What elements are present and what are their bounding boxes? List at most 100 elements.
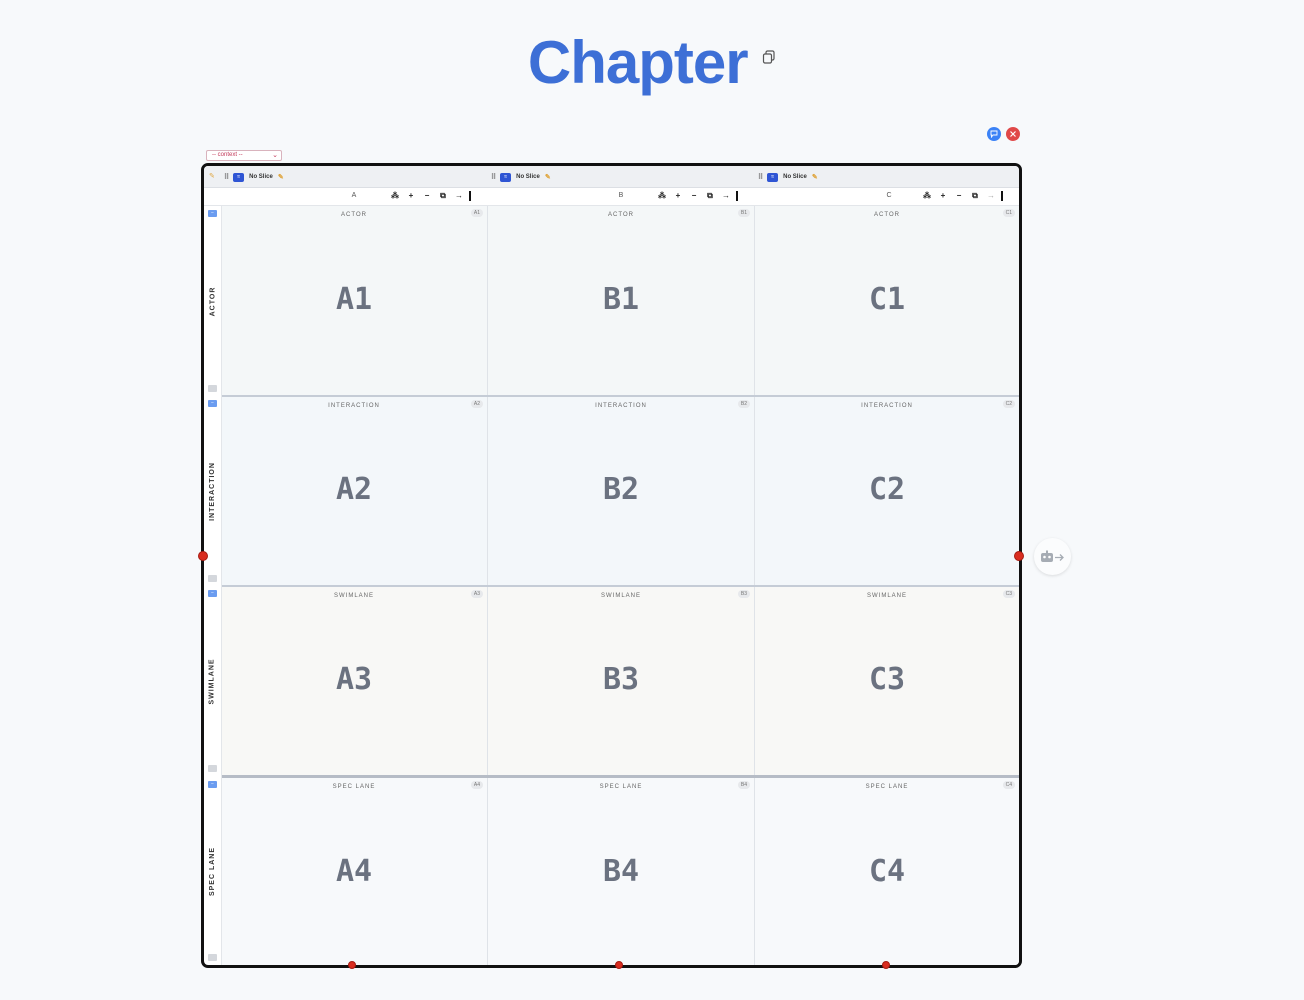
cell-label: SPEC LANE bbox=[865, 784, 909, 790]
cell-title: A3 bbox=[335, 662, 373, 697]
row-menu-button[interactable] bbox=[208, 765, 217, 772]
cell-a3[interactable]: SWIMLANE A3 A3 bbox=[221, 587, 488, 776]
cell-label: ACTOR bbox=[341, 212, 367, 218]
row-label-spec-lane: SPEC LANE bbox=[209, 846, 216, 896]
cell-b3[interactable]: SWIMLANE B3 B3 bbox=[488, 587, 755, 776]
cell-id-badge: C4 bbox=[1002, 781, 1015, 789]
magic-wand-icon[interactable]: ⁂ bbox=[921, 190, 933, 202]
resize-handle-bottom-b[interactable] bbox=[615, 961, 623, 969]
remove-column-button[interactable]: − bbox=[953, 190, 965, 202]
edit-icon[interactable]: ✎ bbox=[545, 173, 551, 181]
resize-handle-bottom-c[interactable] bbox=[882, 961, 890, 969]
move-right-button[interactable]: → bbox=[453, 190, 465, 202]
column-tools: ⁂ + − ⧉ → bbox=[389, 190, 471, 202]
context-select[interactable]: -- context -- ⌄ bbox=[206, 150, 282, 161]
remove-column-button[interactable]: − bbox=[688, 190, 700, 202]
cell-a1[interactable]: ACTOR A1 A1 bbox=[221, 206, 488, 396]
cell-label: SWIMLANE bbox=[600, 593, 641, 599]
chevron-down-icon: ⌄ bbox=[272, 152, 278, 159]
cell-a2[interactable]: INTERACTION A2 A2 bbox=[221, 397, 488, 586]
cell-b2[interactable]: INTERACTION B2 B2 bbox=[488, 397, 755, 586]
magic-wand-icon[interactable]: ⁂ bbox=[656, 190, 668, 202]
cell-id-badge: C1 bbox=[1002, 209, 1015, 217]
cell-id-badge: B2 bbox=[737, 400, 750, 408]
slice-c[interactable]: ⠿ ≈ No Slice ✎ bbox=[758, 166, 818, 188]
remove-column-button[interactable]: − bbox=[421, 190, 433, 202]
drag-handle-icon[interactable]: ⠿ bbox=[491, 173, 496, 181]
resize-handle-left[interactable] bbox=[198, 551, 208, 561]
cell-c4[interactable]: SPEC LANE C4 C4 bbox=[755, 778, 1019, 965]
cell-title: B2 bbox=[602, 472, 640, 507]
row-gutter-actor: − ACTOR bbox=[204, 206, 221, 396]
cell-title: C2 bbox=[868, 472, 906, 507]
slice-b[interactable]: ⠿ ≈ No Slice ✎ bbox=[491, 166, 551, 188]
page-title: Chapter bbox=[527, 29, 749, 96]
top-right-buttons bbox=[987, 127, 1020, 141]
cell-label: ACTOR bbox=[608, 212, 634, 218]
cell-title: A2 bbox=[335, 472, 373, 507]
duplicate-column-button[interactable]: ⧉ bbox=[704, 190, 716, 202]
column-divider[interactable] bbox=[736, 191, 738, 201]
cell-id-badge: A2 bbox=[470, 400, 483, 408]
resize-handle-right[interactable] bbox=[1014, 551, 1024, 561]
cell-c3[interactable]: SWIMLANE C3 C3 bbox=[755, 587, 1019, 776]
cell-title: B3 bbox=[602, 662, 640, 697]
drag-handle-icon[interactable]: ⠿ bbox=[758, 173, 763, 181]
slice-label: No Slice bbox=[249, 174, 273, 180]
add-column-button[interactable]: + bbox=[937, 190, 949, 202]
row-menu-button[interactable] bbox=[208, 954, 217, 961]
resize-handle-bottom-a[interactable] bbox=[348, 961, 356, 969]
magic-wand-icon[interactable]: ⁂ bbox=[389, 190, 401, 202]
column-divider[interactable] bbox=[1001, 191, 1003, 201]
chat-bubble-icon[interactable] bbox=[987, 127, 1001, 141]
slice-bar: ✎ ⠿ ≈ No Slice ✎ ⠿ ≈ No Slice ✎ ⠿ ≈ No S… bbox=[204, 166, 1019, 188]
gutter-divider bbox=[221, 206, 222, 965]
slice-a[interactable]: ⠿ ≈ No Slice ✎ bbox=[224, 166, 284, 188]
edit-icon[interactable]: ✎ bbox=[812, 173, 818, 181]
cell-id-badge: A4 bbox=[470, 781, 483, 789]
row-menu-button[interactable] bbox=[208, 575, 217, 582]
chapter-board: ✎ ⠿ ≈ No Slice ✎ ⠿ ≈ No Slice ✎ ⠿ ≈ No S… bbox=[201, 163, 1022, 968]
row-label-actor: ACTOR bbox=[209, 286, 217, 316]
slice-badge: ≈ bbox=[233, 172, 245, 182]
drag-handle-icon[interactable]: ⠿ bbox=[224, 173, 229, 181]
cell-label: ACTOR bbox=[874, 212, 900, 218]
close-icon[interactable] bbox=[1006, 127, 1020, 141]
row-menu-button[interactable] bbox=[208, 385, 217, 392]
row-gutter-swimlane: − SWIMLANE bbox=[204, 586, 221, 776]
slice-badge: ≈ bbox=[500, 172, 512, 182]
move-right-button[interactable]: → bbox=[720, 190, 732, 202]
pin-icon[interactable]: ✎ bbox=[209, 172, 215, 180]
context-select-value: -- context -- bbox=[212, 152, 243, 158]
slice-label: No Slice bbox=[516, 174, 540, 180]
cell-a4[interactable]: SPEC LANE A4 A4 bbox=[221, 778, 488, 965]
title-area: Chapter bbox=[0, 28, 1304, 97]
edit-icon[interactable]: ✎ bbox=[278, 173, 284, 181]
column-header-a: A ⁂ + − ⧉ → bbox=[221, 188, 488, 206]
column-header-c: C ⁂ + − ⧉ → bbox=[755, 188, 1019, 206]
copy-icon[interactable] bbox=[762, 49, 776, 64]
column-divider[interactable] bbox=[469, 191, 471, 201]
cell-label: SWIMLANE bbox=[866, 593, 907, 599]
cell-c1[interactable]: ACTOR C1 C1 bbox=[755, 206, 1019, 396]
cell-title: A4 bbox=[335, 854, 373, 889]
cell-title: B1 bbox=[602, 282, 640, 317]
move-right-button[interactable]: → bbox=[985, 190, 997, 202]
column-header-row: A ⁂ + − ⧉ → B ⁂ + − ⧉ → C ⁂ + − ⧉ → bbox=[204, 188, 1019, 206]
cell-id-badge: C2 bbox=[1002, 400, 1015, 408]
duplicate-column-button[interactable]: ⧉ bbox=[969, 190, 981, 202]
row-gutter-spec-lane: − SPEC LANE bbox=[204, 777, 221, 965]
add-column-button[interactable]: + bbox=[672, 190, 684, 202]
duplicate-column-button[interactable]: ⧉ bbox=[437, 190, 449, 202]
cell-c2[interactable]: INTERACTION C2 C2 bbox=[755, 397, 1019, 586]
slice-badge: ≈ bbox=[767, 172, 779, 182]
cell-id-badge: C3 bbox=[1002, 590, 1015, 598]
cell-id-badge: B4 bbox=[737, 781, 750, 789]
cell-b4[interactable]: SPEC LANE B4 B4 bbox=[488, 778, 755, 965]
cell-id-badge: A1 bbox=[470, 209, 483, 217]
robot-export-button[interactable] bbox=[1034, 538, 1071, 575]
cell-b1[interactable]: ACTOR B1 B1 bbox=[488, 206, 755, 396]
slice-label: No Slice bbox=[783, 174, 807, 180]
cell-id-badge: B1 bbox=[737, 209, 750, 217]
add-column-button[interactable]: + bbox=[405, 190, 417, 202]
